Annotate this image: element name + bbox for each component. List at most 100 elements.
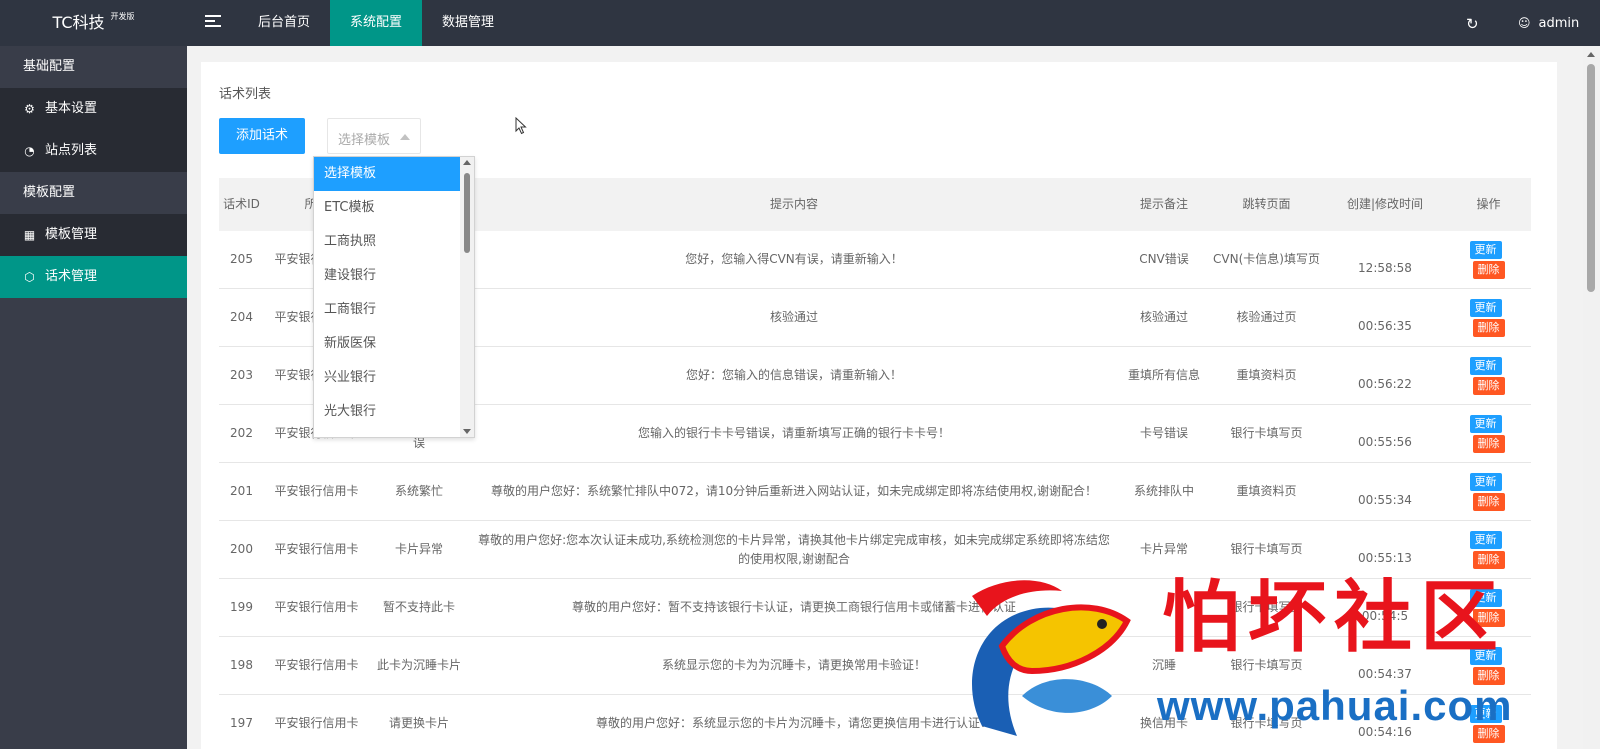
cell-id: 202 — [230, 426, 253, 441]
template-select-placeholder: 选择模板 — [338, 133, 391, 148]
update-button[interactable]: 更新 — [1469, 414, 1502, 433]
tab-home[interactable]: 后台首页 — [238, 0, 330, 46]
sidebar-item-script-management[interactable]: ⬡ 话术管理 — [0, 256, 187, 298]
top-header: TC科技 开发版 后台首页 系统配置 数据管理 ↻ ☺ admin — [0, 0, 1600, 46]
update-button[interactable]: 更新 — [1469, 240, 1502, 259]
gear-icon: ⚙ — [24, 102, 35, 116]
cell-id: 203 — [230, 368, 253, 383]
dropdown-option[interactable]: 选择模板 — [314, 157, 460, 191]
top-nav: 后台首页 系统配置 数据管理 — [238, 0, 514, 46]
add-script-button[interactable]: 添加话术 — [219, 118, 305, 154]
cell-bank: 平安银行信用卡 — [274, 658, 359, 673]
cell-name: 请更换卡片 — [388, 716, 449, 731]
cell-time-text: 12:58:58 — [1358, 261, 1412, 276]
page-title: 话术列表 — [219, 87, 272, 102]
refresh-icon[interactable]: ↻ — [1466, 15, 1479, 33]
page-scrollbar[interactable] — [1583, 46, 1600, 749]
dashboard-icon: ◔ — [24, 144, 35, 158]
scroll-down-icon[interactable] — [463, 429, 471, 434]
user-icon: ☺ — [1518, 16, 1531, 30]
cell-time-text: 00:55:34 — [1358, 493, 1412, 508]
menu-toggle-icon[interactable] — [205, 15, 221, 31]
cell-content: 您输入的银行卡卡号错误，请重新填写正确的银行卡卡号！ — [637, 426, 950, 441]
cell-time: 12:58:58 — [1324, 231, 1446, 288]
scroll-up-icon[interactable] — [1587, 52, 1595, 57]
cell-bank: 平安银行信用卡 — [274, 542, 359, 557]
cell-id: 198 — [230, 658, 253, 673]
table-row: 201 平安银行信用卡 系统繁忙 尊敬的用户您好：系统繁忙排队中072，请10分钟后重… — [219, 463, 1531, 521]
delete-button[interactable]: 删除 — [1472, 260, 1505, 279]
update-button[interactable]: 更新 — [1469, 298, 1502, 317]
update-button[interactable]: 更新 — [1469, 472, 1502, 491]
cell-content: 尊敬的用户您好：系统繁忙排队中072，请10分钟后重新进入网站认证，如未完成绑定… — [491, 484, 1097, 499]
dropdown-option[interactable]: 工商银行 — [314, 293, 460, 327]
cell-bank: 平安银行信用卡 — [274, 600, 359, 615]
sidebar-group-template[interactable]: 模板配置 — [0, 172, 187, 214]
cell-id: 201 — [230, 484, 253, 499]
delete-button[interactable]: 删除 — [1472, 318, 1505, 337]
dropdown-option[interactable]: 兴业银行 — [314, 361, 460, 395]
col-content: 提示内容 — [769, 197, 818, 212]
col-time: 创建|修改时间 — [1346, 197, 1424, 212]
cell-time-text: 00:55:13 — [1358, 551, 1412, 566]
cell-page: 重填资料页 — [1236, 368, 1297, 383]
dropdown-option[interactable]: 工商执照 — [314, 225, 460, 259]
sidebar-item-label: 话术管理 — [45, 269, 98, 284]
cell-name: 暂不支持此卡 — [382, 600, 455, 615]
cell-time-text: 00:55:56 — [1358, 435, 1412, 450]
username: admin — [1538, 16, 1580, 31]
cell-page: 银行卡填写页 — [1230, 426, 1303, 441]
sidebar-item-basic-settings[interactable]: ⚙ 基本设置 — [0, 88, 187, 130]
cell-actions: 更新 删除 — [1446, 463, 1531, 520]
col-page: 跳转页面 — [1242, 197, 1291, 212]
tab-data-management[interactable]: 数据管理 — [422, 0, 514, 46]
watermark-url: www.pahuai.com — [1157, 682, 1513, 729]
sidebar-item-site-list[interactable]: ◔ 站点列表 — [0, 130, 187, 172]
cell-time: 00:56:22 — [1324, 347, 1446, 404]
logo[interactable]: TC科技 开发版 — [0, 0, 187, 46]
user-menu[interactable]: ☺ admin — [1518, 0, 1579, 47]
scroll-thumb[interactable] — [1587, 64, 1595, 292]
cell-content: 您好：您输入的信息错误，请重新输入！ — [685, 368, 902, 383]
apps-icon: ▦ — [23, 228, 36, 242]
cell-note: 卡号错误 — [1139, 426, 1188, 441]
update-button[interactable]: 更新 — [1469, 356, 1502, 375]
delete-button[interactable]: 删除 — [1472, 376, 1505, 395]
update-button[interactable]: 更新 — [1469, 530, 1502, 549]
dropdown-list: 选择模板 ETC模板 工商执照 建设银行 工商银行 新版医保 兴业银行 光大银行 — [314, 157, 474, 429]
delete-button[interactable]: 删除 — [1472, 550, 1505, 569]
cell-time: 00:55:56 — [1324, 405, 1446, 462]
watermark-title: 怕坏社区 — [1162, 572, 1507, 663]
dropdown-option[interactable]: 建设银行 — [314, 259, 460, 293]
mouse-cursor-icon — [515, 117, 527, 135]
cell-note: 核验通过 — [1139, 310, 1188, 325]
dropdown-option[interactable]: 光大银行 — [314, 395, 460, 429]
cell-name: 系统繁忙 — [394, 484, 443, 499]
dropdown-option[interactable]: 新版医保 — [314, 327, 460, 361]
delete-button[interactable]: 删除 — [1472, 492, 1505, 511]
col-actions: 操作 — [1476, 197, 1501, 212]
logo-text: TC科技 — [52, 13, 105, 32]
caret-up-icon — [400, 134, 410, 140]
cell-time: 00:56:35 — [1324, 289, 1446, 346]
sidebar-item-template-management[interactable]: ▦ 模板管理 — [0, 214, 187, 256]
scroll-thumb[interactable] — [464, 173, 470, 253]
dropdown-option[interactable]: ETC模板 — [314, 191, 460, 225]
cell-note: 系统排队中 — [1133, 484, 1194, 499]
cell-bank: 平安银行信用卡 — [274, 484, 359, 499]
col-id: 话术ID — [223, 197, 260, 212]
cell-bank: 平安银行信用卡 — [274, 716, 359, 731]
logo-edition: 开发版 — [110, 12, 135, 21]
tab-system-config[interactable]: 系统配置 — [330, 0, 423, 46]
cell-time: 00:55:34 — [1324, 463, 1446, 520]
cell-name: 卡片异常 — [394, 542, 443, 557]
cell-content: 您好，您输入得CVN有误，请重新输入！ — [685, 252, 903, 267]
cube-icon: ⬡ — [24, 270, 35, 284]
template-select[interactable]: 选择模板 — [327, 118, 421, 154]
cell-page: 重填资料页 — [1236, 484, 1297, 499]
delete-button[interactable]: 删除 — [1472, 434, 1505, 453]
fish-logo-icon — [972, 580, 1131, 736]
dropdown-scrollbar[interactable] — [460, 157, 474, 437]
sidebar-group-basic[interactable]: 基础配置 — [0, 46, 187, 88]
scroll-up-icon[interactable] — [463, 160, 471, 165]
